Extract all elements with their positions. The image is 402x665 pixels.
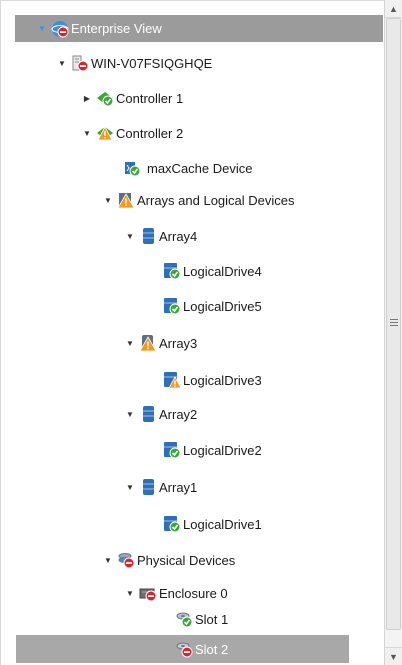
tree-node-controller-1[interactable]: ▶ Controller 1: [82, 86, 183, 110]
tree-node-label: Enclosure 0: [159, 585, 228, 601]
tree-node-label: Slot 1: [195, 611, 229, 627]
array-icon: [139, 405, 157, 423]
enterprise-view-icon: [51, 20, 69, 38]
tree-node-array4[interactable]: ▼ Array4: [125, 224, 197, 248]
tree-node-label: LogicalDrive3: [183, 372, 262, 388]
tree-node-label: Array1: [159, 479, 198, 495]
tree-node-label: Slot 2: [195, 641, 229, 657]
tree-node-arrays-and-logical-devices[interactable]: ▼ Arrays and Logical Devices: [103, 188, 295, 212]
tree-node-logicaldrive3[interactable]: LogicalDrive3: [163, 368, 262, 392]
collapse-arrow-icon[interactable]: ▶: [82, 93, 92, 103]
tree-node-label: LogicalDrive5: [183, 298, 262, 314]
logical-drive-ok-icon: [163, 441, 181, 459]
tree-node-logicaldrive1[interactable]: LogicalDrive1: [163, 512, 262, 536]
tree-node-label: LogicalDrive1: [183, 516, 262, 532]
physical-devices-error-icon: [117, 551, 135, 569]
tree-node-label: LogicalDrive4: [183, 263, 262, 279]
tree-node-label: Enterprise View: [71, 21, 162, 36]
expand-arrow-icon[interactable]: ▼: [37, 24, 47, 34]
expand-arrow-icon[interactable]: ▼: [125, 482, 135, 492]
expand-arrow-icon[interactable]: ▼: [82, 128, 92, 138]
tree-node-controller-2[interactable]: ▼ Controller 2: [82, 121, 183, 145]
scroll-thumb[interactable]: [386, 18, 401, 630]
controller-warning-icon: [96, 124, 114, 142]
expand-arrow-icon[interactable]: ▼: [125, 409, 135, 419]
tree-node-label: Array4: [159, 228, 198, 244]
tree-node-label: maxCache Device: [147, 160, 253, 176]
tree-node-array1[interactable]: ▼ Array1: [125, 475, 197, 499]
arrays-warning-icon: [117, 191, 135, 209]
enterprise-tree: ▼ Enterprise View ▼ WIN-V07FSIQGHQE ▶ Co…: [0, 0, 384, 665]
tree-node-array2[interactable]: ▼ Array2: [125, 402, 197, 426]
logical-drive-ok-icon: [163, 262, 181, 280]
expand-arrow-icon[interactable]: ▼: [125, 231, 135, 241]
tree-node-label: Arrays and Logical Devices: [137, 192, 295, 208]
logical-drive-ok-icon: [163, 515, 181, 533]
slot-ok-icon: [175, 610, 193, 628]
tree-node-array3[interactable]: ▼ Array3: [125, 331, 197, 355]
tree-node-maxcache-device[interactable]: maxCache Device: [123, 156, 253, 180]
scroll-down-button[interactable]: ▼: [385, 647, 402, 665]
slot-error-icon: [175, 640, 193, 658]
maxcache-device-icon: [123, 159, 141, 177]
grip-icon: [390, 319, 398, 326]
expand-arrow-icon[interactable]: ▼: [103, 195, 113, 205]
tree-node-label: WIN-V07FSIQGHQE: [91, 55, 213, 71]
logical-drive-warning-icon: [163, 371, 181, 389]
tree-node-slot-2[interactable]: Slot 2: [16, 635, 349, 663]
tree-node-label: Array3: [159, 335, 198, 351]
tree-node-enclosure-0[interactable]: ▼ Enclosure 0: [125, 581, 228, 605]
logical-drive-ok-icon: [163, 297, 181, 315]
expand-arrow-icon[interactable]: ▼: [125, 588, 135, 598]
array-warning-icon: [139, 334, 157, 352]
array-icon: [139, 478, 157, 496]
tree-node-label: LogicalDrive2: [183, 442, 262, 458]
enclosure-error-icon: [139, 584, 157, 602]
controller-ok-icon: [96, 89, 114, 107]
tree-node-label: Physical Devices: [137, 552, 236, 568]
tree-node-label: Array2: [159, 406, 198, 422]
scroll-up-button[interactable]: ▲: [385, 0, 402, 18]
tree-node-logicaldrive2[interactable]: LogicalDrive2: [163, 438, 262, 462]
tree-node-label: Controller 2: [116, 125, 184, 141]
tree-node-physical-devices[interactable]: ▼ Physical Devices: [103, 548, 235, 572]
tree-node-label: Controller 1: [116, 90, 184, 106]
tree-node-logicaldrive4[interactable]: LogicalDrive4: [163, 259, 262, 283]
tree-node-server[interactable]: ▼ WIN-V07FSIQGHQE: [57, 51, 212, 75]
expand-arrow-icon[interactable]: ▼: [103, 555, 113, 565]
server-error-icon: [71, 54, 89, 72]
tree-node-enterprise-view[interactable]: ▼ Enterprise View: [15, 15, 383, 42]
tree-node-slot-1[interactable]: Slot 1: [175, 607, 228, 631]
expand-arrow-icon[interactable]: ▼: [57, 58, 67, 68]
tree-node-logicaldrive5[interactable]: LogicalDrive5: [163, 294, 262, 318]
expand-arrow-icon[interactable]: ▼: [125, 338, 135, 348]
vertical-scrollbar[interactable]: ▲ ▼: [384, 0, 402, 665]
array-icon: [139, 227, 157, 245]
